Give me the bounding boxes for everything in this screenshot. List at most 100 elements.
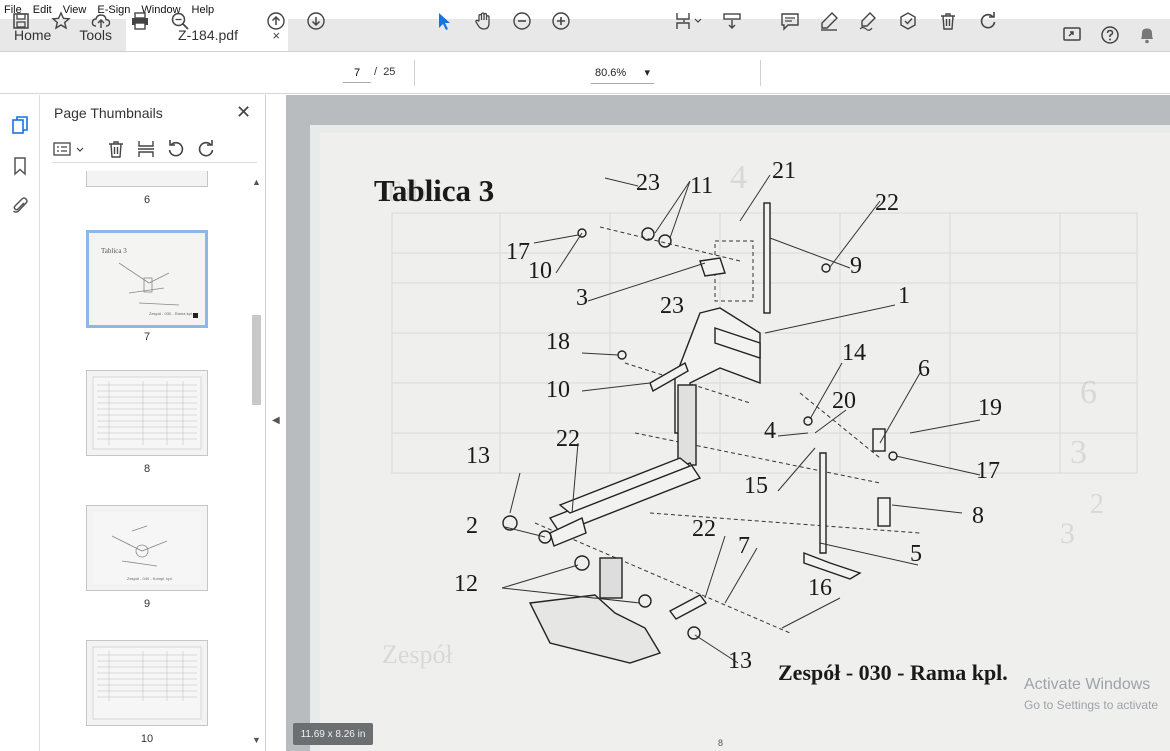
scrollbar-thumb[interactable] <box>252 315 261 405</box>
thumbnail-page-6[interactable] <box>86 171 208 187</box>
activation-watermark-title: Activate Windows <box>1024 676 1151 693</box>
svg-text:Tablica 3: Tablica 3 <box>101 247 127 255</box>
zoom-level-dropdown[interactable]: 80.6% ▾ <box>591 62 654 84</box>
delete-icon[interactable] <box>937 10 959 32</box>
stamp-icon[interactable] <box>897 10 919 32</box>
callout-13b: 13 <box>728 648 752 674</box>
callout-21: 21 <box>772 158 796 184</box>
extract-page-icon[interactable] <box>136 139 156 159</box>
thumbnail-page-9[interactable]: Zespół - 040 - Kompl. kpl. <box>86 505 208 591</box>
callout-12: 12 <box>454 571 478 597</box>
svg-text:3: 3 <box>1060 517 1075 550</box>
attachments-icon[interactable] <box>10 196 30 216</box>
main-toolbar <box>0 52 1170 94</box>
panel-close-icon[interactable]: ✕ <box>236 102 251 123</box>
callout-3: 3 <box>576 285 588 311</box>
cloud-upload-icon[interactable] <box>90 10 112 32</box>
callout-5: 5 <box>910 541 922 567</box>
search-zoom-icon[interactable] <box>169 10 191 32</box>
callout-6: 6 <box>918 356 930 382</box>
highlight-pen-icon[interactable] <box>818 10 840 32</box>
help-icon[interactable] <box>1100 25 1120 45</box>
svg-text:3: 3 <box>1070 434 1087 471</box>
save-icon[interactable] <box>10 10 32 32</box>
callout-13: 13 <box>466 443 490 469</box>
scroll-mode-icon[interactable] <box>721 10 743 32</box>
callout-22: 22 <box>875 190 899 216</box>
page-dimensions-badge: 11.69 x 8.26 in <box>293 723 373 745</box>
svg-text:Zespół: Zespół <box>382 640 454 669</box>
share-screen-icon[interactable] <box>1062 25 1082 45</box>
thumbnail-label: 10 <box>140 733 154 745</box>
rotate-right-icon[interactable] <box>196 139 216 159</box>
menu-help[interactable]: Help <box>192 4 215 16</box>
notification-bell-icon[interactable] <box>1138 25 1156 45</box>
comment-icon[interactable] <box>779 10 801 32</box>
thumbnail-options-icon[interactable] <box>52 139 86 159</box>
callout-14: 14 <box>842 340 866 366</box>
svg-text:Zespół - 040 - Kompl. kpl.: Zespół - 040 - Kompl. kpl. <box>127 576 173 581</box>
callout-17b: 17 <box>976 458 1000 484</box>
toolbar-divider <box>414 60 415 86</box>
bookmarks-icon[interactable] <box>10 156 30 176</box>
delete-page-icon[interactable] <box>106 139 126 159</box>
svg-text:6: 6 <box>1080 374 1097 411</box>
pdf-page-content: Tablica 3 Zespół 4 6 3 2 3 Tablica 3 23 … <box>320 133 1170 751</box>
page-thumbnails-icon[interactable] <box>10 115 30 135</box>
callout-10b: 10 <box>546 377 570 403</box>
callout-11: 11 <box>690 173 713 199</box>
select-cursor-icon[interactable] <box>433 10 455 32</box>
callout-18: 18 <box>546 329 570 355</box>
thumbnail-label: 7 <box>143 331 151 343</box>
zoom-in-icon[interactable] <box>550 10 572 32</box>
callout-8: 8 <box>972 503 984 529</box>
callout-7: 7 <box>738 533 750 559</box>
scroll-up-icon[interactable]: ▲ <box>252 177 261 187</box>
thumbnail-page-7[interactable]: Tablica 3 Zespół - 030 - Rama kpl. <box>86 230 208 328</box>
page-count: / 25 <box>374 66 396 78</box>
hand-tool-icon[interactable] <box>472 10 494 32</box>
printed-page-number: 8 <box>718 738 724 748</box>
toolbar-divider-2 <box>760 60 761 86</box>
print-icon[interactable] <box>129 10 151 32</box>
sign-pen-icon[interactable] <box>857 10 879 32</box>
drawing-title: Tablica 3 <box>374 173 494 208</box>
pdf-page: Tablica 3 Zespół 4 6 3 2 3 Tablica 3 23 … <box>310 125 1170 751</box>
thumbnail-label: 9 <box>143 598 151 610</box>
callout-15: 15 <box>744 473 768 499</box>
page-number-input[interactable] <box>343 63 371 83</box>
next-page-icon[interactable] <box>305 10 327 32</box>
exploded-parts-diagram: Tablica 3 Zespół 4 6 3 2 3 Tablica 3 23 … <box>374 158 1138 685</box>
activation-watermark-subtitle: Go to Settings to activate <box>1024 698 1159 712</box>
document-viewer[interactable]: Tablica 3 Zespół 4 6 3 2 3 Tablica 3 23 … <box>286 95 1170 751</box>
callout-16: 16 <box>808 575 832 601</box>
bookmark-star-icon[interactable] <box>50 10 72 32</box>
callout-2: 2 <box>466 513 478 539</box>
callout-17: 17 <box>506 239 530 265</box>
callout-20: 20 <box>832 388 856 414</box>
rotate-icon[interactable] <box>977 10 999 32</box>
callout-1: 1 <box>898 283 910 309</box>
thumbnail-scrollbar[interactable]: ▲ ▼ <box>250 175 264 751</box>
thumbnail-list: 6 Tablica 3 Zespół - 030 - Rama kpl. 7 8 <box>40 171 250 751</box>
rotate-left-icon[interactable] <box>166 139 186 159</box>
thumbnail-label: 8 <box>143 463 151 475</box>
callout-23b: 23 <box>660 293 684 319</box>
collapse-panel-icon[interactable]: ◀ <box>272 415 280 426</box>
thumbnail-page-8[interactable] <box>86 370 208 456</box>
zoom-level-value: 80.6% <box>595 66 627 79</box>
total-pages: 25 <box>383 66 396 78</box>
thumbnail-toolbar <box>52 137 257 163</box>
scroll-down-icon[interactable]: ▼ <box>252 735 261 745</box>
thumbnails-panel: Page Thumbnails ✕ 6 Tablica 3 Zespół - 0… <box>40 95 266 751</box>
page-fit-icon[interactable] <box>672 10 704 32</box>
svg-text:4: 4 <box>730 159 747 196</box>
zoom-out-icon[interactable] <box>511 10 533 32</box>
callout-23: 23 <box>636 170 660 196</box>
callout-22b: 22 <box>556 426 580 452</box>
drawing-caption: Zespół - 030 - Rama kpl. <box>778 660 1008 685</box>
svg-text:Zespół - 030 - Rama kpl.: Zespół - 030 - Rama kpl. <box>149 311 193 316</box>
previous-page-icon[interactable] <box>265 10 287 32</box>
thumbnail-page-10[interactable] <box>86 640 208 726</box>
menu-edit[interactable]: Edit <box>33 4 52 16</box>
